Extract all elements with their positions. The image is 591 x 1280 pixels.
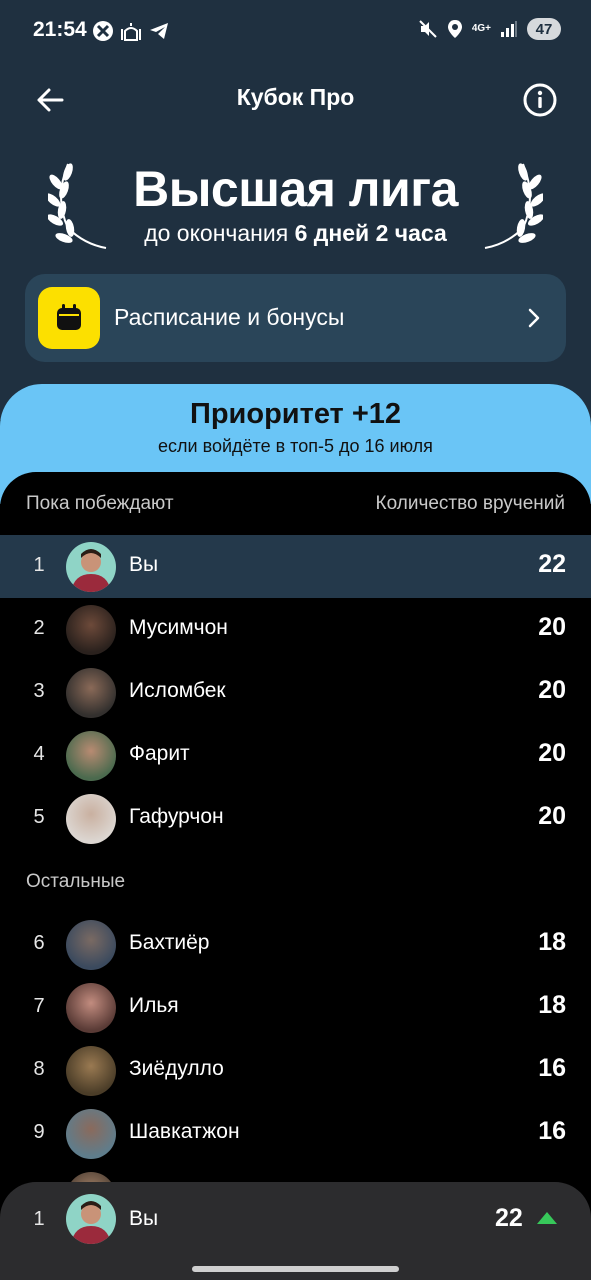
my-name: Вы (129, 1207, 159, 1230)
row-name: Зиёдулло (129, 1057, 224, 1080)
row-rank: 2 (33, 617, 45, 639)
my-count: 22 (495, 1204, 523, 1232)
leaderboard-row[interactable]: 8 Зиёдулло 16 (0, 1039, 591, 1102)
row-count: 20 (538, 739, 566, 767)
status-time: 21:54 (33, 18, 87, 41)
row-count: 20 (538, 802, 566, 830)
avatar (66, 794, 116, 844)
leaderboard-row-me[interactable]: 1 Вы 22 (0, 535, 591, 598)
leaderboard-row[interactable]: 4 Фарит 20 (0, 724, 591, 787)
avatar (66, 1046, 116, 1096)
row-count: 18 (538, 928, 566, 956)
league-title: Высшая лига (133, 161, 458, 217)
row-count: 18 (538, 991, 566, 1019)
leaderboard-header-left: Пока побеждают (26, 493, 174, 514)
calendar-icon (38, 287, 100, 349)
leaderboard-row[interactable]: 6 Бахтиёр 18 (0, 913, 591, 976)
row-rank: 8 (33, 1058, 45, 1080)
leaderboard-row[interactable]: 2 Мусимчон 20 (0, 598, 591, 661)
status-bar: 21:54 4G+ 47 (0, 0, 591, 60)
mosque-icon (121, 23, 141, 41)
avatar (66, 1109, 116, 1159)
priority-subtitle: если войдёте в топ-5 до 16 июля (158, 436, 433, 456)
avatar (66, 920, 116, 970)
row-rank: 6 (33, 932, 45, 954)
page-title: Кубок Про (236, 84, 355, 110)
row-name: Бахтиёр (129, 931, 210, 954)
my-rank: 1 (33, 1208, 45, 1230)
avatar (66, 1194, 116, 1244)
row-rank: 7 (33, 995, 45, 1017)
avatar (66, 731, 116, 781)
row-name: Гафурчон (129, 805, 224, 828)
status-system-icons: 4G+ 47 (418, 18, 561, 40)
row-rank: 1 (33, 554, 45, 576)
location-icon (447, 20, 462, 38)
avatar (66, 605, 116, 655)
leaderboard-header-right: Количество вручений (375, 493, 565, 514)
leaderboard-row[interactable]: 5 Гафурчон 20 (0, 787, 591, 850)
avatar (66, 542, 116, 592)
mute-vibrate-icon (419, 20, 437, 38)
row-count: 16 (538, 1117, 566, 1145)
battery-indicator: 47 (527, 18, 561, 40)
row-name: Вы (129, 553, 159, 576)
leaderboard-row[interactable]: 3 Исломбек 20 (0, 661, 591, 724)
row-rank: 4 (33, 743, 45, 765)
row-name: Илья (129, 994, 179, 1017)
header-area: 21:54 4G+ 47 Кубок Про Высшая лига до ок… (0, 0, 591, 420)
leaderboard-row[interactable]: 7 Илья 18 (0, 976, 591, 1039)
signal-icon (501, 21, 517, 37)
network-type: 4G+ (471, 23, 491, 34)
row-name: Мусимчон (129, 616, 228, 639)
row-rank: 5 (33, 806, 45, 828)
league-deadline: до окончания 6 дней 2 часа (0, 220, 591, 247)
home-indicator[interactable] (192, 1266, 399, 1272)
row-rank: 9 (33, 1121, 45, 1143)
telegram-icon (150, 23, 168, 39)
trend-up-icon (537, 1212, 557, 1224)
chevron-right-icon (528, 308, 540, 328)
schedule-bonuses-button[interactable]: Расписание и бонусы (25, 274, 566, 362)
leaderboard-row[interactable]: 9 Шавкатжон 16 (0, 1102, 591, 1165)
row-rank: 3 (33, 680, 45, 702)
schedule-bonuses-label: Расписание и бонусы (114, 304, 345, 330)
row-count: 16 (538, 1054, 566, 1082)
others-section-label: Остальные (26, 871, 126, 892)
row-count: 22 (538, 550, 566, 578)
avatar (66, 983, 116, 1033)
app-notification-icon (93, 21, 113, 41)
row-count: 20 (538, 613, 566, 641)
row-name: Шавкатжон (129, 1120, 240, 1143)
deadline-value: 6 дней 2 часа (294, 220, 447, 246)
leaderboard: Пока побеждают Количество вручений 1 Вы … (0, 472, 591, 1280)
deadline-prefix: до окончания (144, 220, 295, 246)
row-name: Фарит (129, 742, 190, 765)
row-name: Исломбек (129, 679, 226, 702)
avatar (66, 668, 116, 718)
row-count: 20 (538, 676, 566, 704)
priority-title: Приоритет +12 (189, 398, 402, 430)
info-icon[interactable] (522, 82, 558, 118)
status-notification-icons (92, 20, 170, 42)
